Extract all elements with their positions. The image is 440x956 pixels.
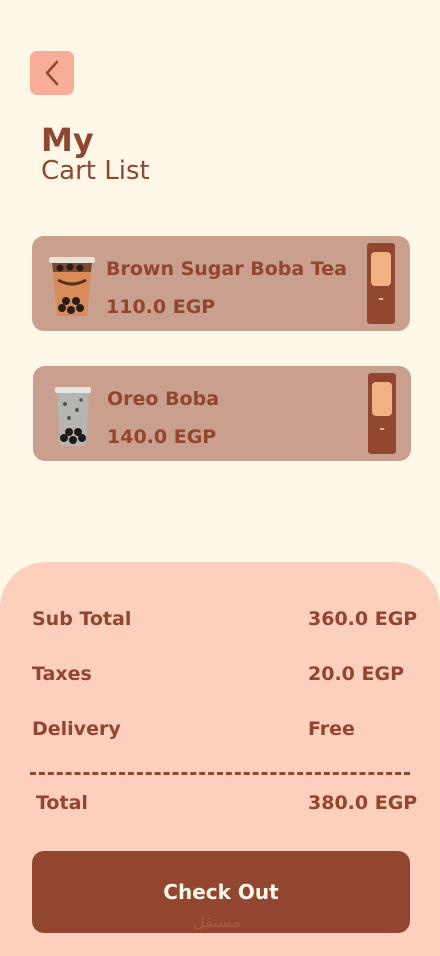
page-title: My Cart List <box>41 124 150 184</box>
order-summary: Sub Total 360.0 EGP Taxes 20.0 EGP Deliv… <box>0 562 440 956</box>
quantity-display <box>372 382 392 416</box>
cart-item-price: 140.0 EGP <box>107 426 217 448</box>
taxes-label: Taxes <box>32 663 92 685</box>
cart-item-name: Oreo Boba <box>107 388 220 410</box>
decrease-button[interactable]: - <box>367 291 395 307</box>
boba-tea-image <box>49 257 95 316</box>
quantity-stepper[interactable]: - <box>367 243 395 324</box>
subtotal-value: 360.0 EGP <box>308 608 418 630</box>
chevron-left-icon <box>45 60 59 86</box>
decrease-button[interactable]: - <box>368 421 396 437</box>
delivery-value: Free <box>308 718 355 740</box>
total-label: Total <box>36 792 88 814</box>
page-title-main: My <box>41 121 94 159</box>
quantity-display <box>371 252 391 286</box>
cart-item[interactable]: Oreo Boba 140.0 EGP - <box>33 366 411 461</box>
total-value: 380.0 EGP <box>308 792 418 814</box>
back-button[interactable] <box>30 51 74 95</box>
delivery-label: Delivery <box>32 718 121 740</box>
page-title-sub: Cart List <box>41 156 150 186</box>
cart-item-price: 110.0 EGP <box>106 296 216 318</box>
watermark-logo: مستقل <box>193 912 241 931</box>
dashed-divider <box>30 772 410 775</box>
cart-item-name: Brown Sugar Boba Tea <box>106 258 347 280</box>
taxes-value: 20.0 EGP <box>308 663 404 685</box>
cart-item[interactable]: Brown Sugar Boba Tea 110.0 EGP - <box>32 236 410 331</box>
quantity-stepper[interactable]: - <box>368 373 396 454</box>
oreo-boba-image <box>55 387 91 446</box>
subtotal-label: Sub Total <box>32 608 132 630</box>
